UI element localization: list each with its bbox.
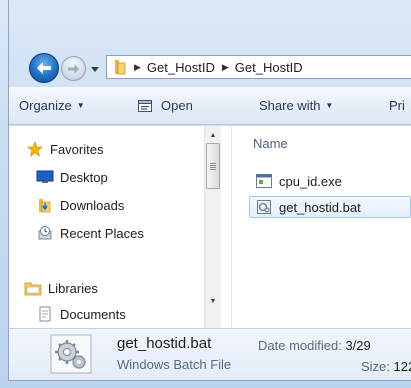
share-with-button[interactable]: Share with ▼ (259, 87, 333, 124)
forward-arrow-icon (67, 63, 80, 74)
size-label: Size: (361, 359, 390, 374)
recent-places-icon (36, 225, 54, 241)
recent-pages-dropdown[interactable] (89, 63, 101, 75)
back-arrow-icon (37, 62, 51, 74)
nav-item-label: Favorites (50, 141, 104, 157)
nav-item-favorites[interactable]: Favorites (26, 139, 103, 159)
scrollbar-thumb[interactable] (206, 143, 220, 189)
nav-item-desktop[interactable]: Desktop (36, 167, 108, 187)
nav-item-downloads[interactable]: Downloads (36, 195, 124, 215)
back-button[interactable] (29, 53, 59, 83)
gears-icon (49, 333, 93, 378)
libraries-icon (24, 280, 42, 296)
details-file-type: Windows Batch File (117, 357, 232, 372)
nav-item-recent-places[interactable]: Recent Places (36, 223, 144, 243)
size-value: 122 (393, 359, 411, 374)
chevron-down-icon: ▼ (76, 101, 85, 110)
open-button[interactable]: Open (137, 87, 193, 124)
print-button[interactable]: Pri (389, 87, 405, 124)
file-name: get_hostid.bat (279, 199, 361, 215)
nav-item-label: Documents (60, 306, 126, 322)
column-header-name[interactable]: Name (253, 136, 288, 151)
details-date-modified: Date modified: 3/29 (258, 338, 371, 353)
desktop-icon (36, 169, 54, 185)
star-icon (26, 141, 44, 157)
organize-button[interactable]: Organize ▼ (19, 87, 85, 124)
date-modified-label: Date modified: (258, 338, 342, 353)
folder-icon (113, 59, 127, 75)
scroll-down-icon[interactable]: ▼ (205, 293, 221, 309)
grip-icon (210, 162, 216, 170)
nav-item-documents[interactable]: Documents (36, 304, 126, 324)
navigation-pane: Favorites Desktop Downloads Recent Place… (9, 126, 231, 328)
nav-item-libraries[interactable]: Libraries (24, 278, 98, 298)
file-list-pane: Name cpu_id.exe get_hostid.bat (237, 126, 411, 328)
print-label: Pri (389, 98, 405, 113)
details-size: Size: 122 (361, 359, 411, 374)
breadcrumb-item[interactable]: Get_HostID (147, 60, 215, 75)
breadcrumb-item[interactable]: Get_HostID (235, 60, 303, 75)
file-item-selected[interactable]: get_hostid.bat (249, 196, 411, 218)
forward-button[interactable] (61, 56, 86, 81)
open-icon (137, 98, 153, 114)
address-bar[interactable]: ▶ Get_HostID ▶ Get_HostID (106, 55, 411, 79)
nav-item-label: Recent Places (60, 225, 144, 241)
chevron-down-icon: ▼ (325, 101, 334, 110)
details-pane: get_hostid.bat Windows Batch File Date m… (9, 328, 411, 380)
organize-label: Organize (19, 98, 72, 113)
downloads-folder-icon (36, 197, 54, 213)
details-file-name: get_hostid.bat (117, 335, 212, 352)
open-label: Open (161, 98, 193, 113)
nav-item-label: Libraries (48, 280, 98, 296)
scroll-up-icon[interactable]: ▲ (205, 127, 221, 143)
file-name: cpu_id.exe (279, 173, 342, 189)
exe-icon (255, 173, 273, 189)
documents-icon (36, 306, 54, 322)
chevron-down-icon (91, 66, 99, 72)
breadcrumb-arrow-icon[interactable]: ▶ (222, 62, 229, 73)
nav-pane-scrollbar[interactable]: ▲ ▼ (204, 126, 221, 328)
nav-item-label: Downloads (60, 197, 125, 213)
share-with-label: Share with (259, 98, 321, 113)
command-bar: Organize ▼ Open Share with ▼ Pri (9, 87, 411, 125)
nav-item-label: Desktop (60, 169, 108, 185)
breadcrumb-arrow-icon[interactable]: ▶ (134, 62, 141, 73)
file-item[interactable]: cpu_id.exe (253, 170, 395, 192)
bat-file-icon (255, 199, 273, 215)
date-modified-value: 3/29 (345, 338, 371, 353)
